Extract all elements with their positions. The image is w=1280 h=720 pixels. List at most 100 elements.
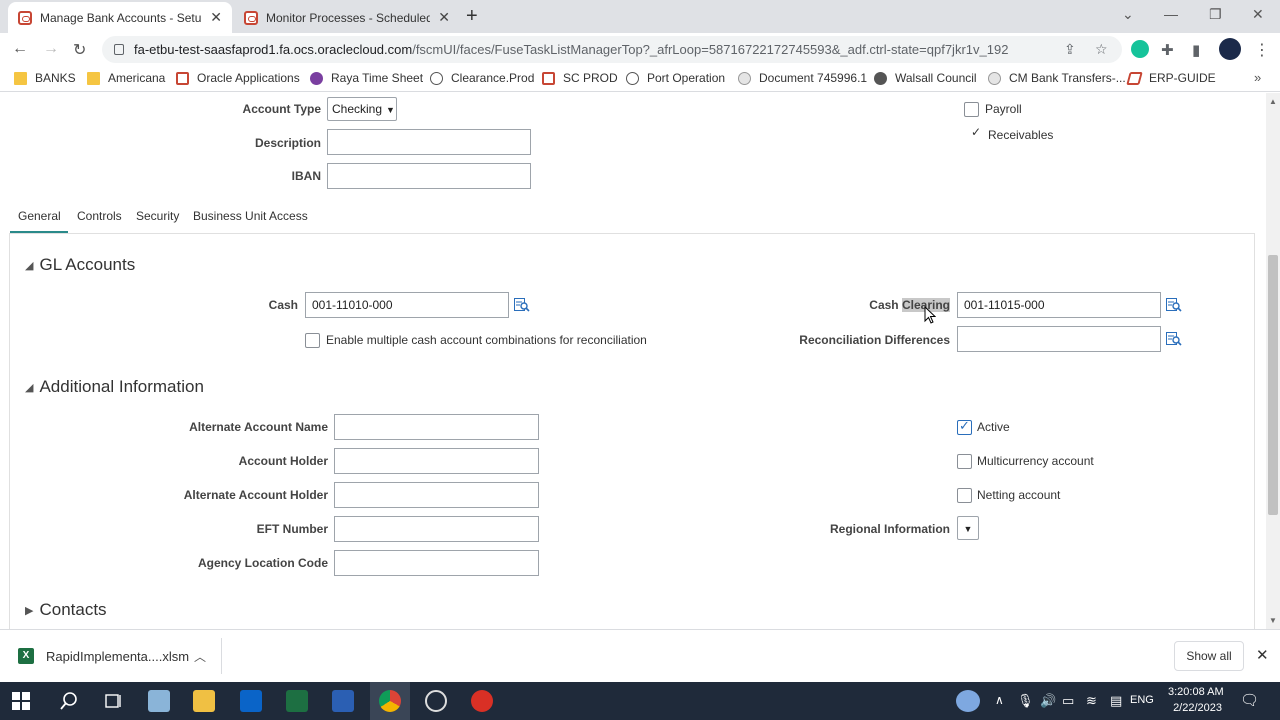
chevron-down-icon: ▼: [386, 105, 395, 115]
share-icon[interactable]: ⇪: [1064, 41, 1076, 58]
chevron-down-icon[interactable]: ⌄: [1122, 6, 1134, 23]
clock-date[interactable]: 2/22/2023: [1168, 702, 1222, 714]
reconciliation-differences-input[interactable]: [957, 326, 1161, 352]
folder-icon: [14, 71, 27, 85]
bookmark-banks[interactable]: BANKS: [14, 71, 76, 85]
scroll-down-icon[interactable]: ▼: [1269, 616, 1277, 625]
search-icon[interactable]: [1166, 298, 1182, 312]
tab-security[interactable]: Security: [136, 206, 179, 234]
tab-controls[interactable]: Controls: [77, 206, 122, 234]
bookmark-clearance-prod[interactable]: Clearance.Prod: [430, 71, 534, 85]
extensions-icon[interactable]: ✚: [1161, 41, 1174, 59]
iban-input[interactable]: [327, 163, 531, 189]
forward-icon[interactable]: →: [43, 40, 59, 58]
new-tab-button[interactable]: +: [466, 6, 478, 26]
window-close-icon[interactable]: ✕: [1252, 6, 1264, 23]
additional-information-header[interactable]: ◢ Additional Information: [25, 377, 204, 397]
globe-icon: [626, 71, 639, 85]
search-icon[interactable]: [514, 298, 530, 312]
obs-icon[interactable]: [425, 690, 447, 712]
bookmark-sc-prod[interactable]: SC PROD: [542, 71, 618, 85]
excel-icon[interactable]: [286, 690, 308, 712]
chrome-icon[interactable]: [379, 690, 401, 712]
eft-number-input[interactable]: [334, 516, 539, 542]
regional-information-select[interactable]: ▼: [957, 516, 979, 540]
star-icon[interactable]: ☆: [1095, 41, 1108, 58]
cash-clearing-input[interactable]: 001-11015-000: [957, 292, 1161, 318]
profile-avatar[interactable]: [1219, 38, 1241, 60]
clock-time[interactable]: 3:20:08 AM: [1168, 686, 1224, 698]
weather-icon[interactable]: [956, 690, 980, 712]
file-explorer-icon[interactable]: [193, 690, 215, 712]
side-panel-icon[interactable]: ▮: [1192, 41, 1200, 59]
task-view-icon[interactable]: [102, 690, 124, 712]
scroll-up-icon[interactable]: ▲: [1269, 97, 1277, 106]
microphone-icon[interactable]: 🎙: [1017, 693, 1034, 709]
multicurrency-checkbox[interactable]: [957, 454, 972, 469]
collapse-triangle-icon: ◢: [25, 381, 34, 394]
payroll-checkbox[interactable]: [964, 102, 979, 117]
alternate-account-name-input[interactable]: [334, 414, 539, 440]
notification-icon[interactable]: 🗨: [1240, 691, 1259, 709]
minimize-icon[interactable]: —: [1164, 6, 1178, 22]
address-bar[interactable]: fa-etbu-test-saasfaprod1.fa.ocs.oraclecl…: [102, 36, 1122, 63]
download-item[interactable]: X RapidImplementa....xlsm: [18, 648, 189, 664]
chevron-up-icon[interactable]: ∧: [995, 693, 1004, 707]
bookmark-oracle-applications[interactable]: Oracle Applications: [176, 71, 300, 85]
bookmark-cm-bank-transfers[interactable]: CM Bank Transfers-...: [988, 71, 1126, 85]
search-icon[interactable]: [58, 690, 80, 712]
restore-icon[interactable]: ❐: [1209, 6, 1222, 23]
netting-checkbox[interactable]: [957, 488, 972, 503]
battery-icon[interactable]: ▭: [1062, 693, 1074, 709]
eft-number-label: EFT Number: [256, 522, 328, 536]
browser-tab-manage-bank-accounts[interactable]: Manage Bank Accounts - Setup a ✕: [8, 2, 232, 33]
windows-start-icon[interactable]: [12, 692, 30, 710]
search-icon[interactable]: [1166, 332, 1182, 346]
outlook-icon[interactable]: [240, 690, 262, 712]
back-icon[interactable]: ←: [12, 40, 28, 58]
account-type-select[interactable]: Checking ▼: [327, 97, 397, 121]
gl-accounts-header[interactable]: ◢ GL Accounts: [25, 255, 135, 275]
description-input[interactable]: [327, 129, 531, 155]
agency-location-code-input[interactable]: [334, 550, 539, 576]
scrollbar-thumb[interactable]: [1268, 255, 1278, 515]
bookmark-erp-guide[interactable]: ERP-GUIDE: [1126, 71, 1216, 85]
cash-input[interactable]: 001-11010-000: [305, 292, 509, 318]
contacts-header[interactable]: ▶ Contacts: [25, 600, 107, 620]
active-checkbox[interactable]: [957, 418, 972, 435]
word-icon[interactable]: [332, 690, 354, 712]
reload-icon[interactable]: ↻: [73, 40, 86, 60]
language-indicator[interactable]: ENG: [1130, 694, 1154, 706]
alternate-account-holder-input[interactable]: [334, 482, 539, 508]
globe-icon: [430, 71, 443, 85]
volume-icon[interactable]: 🔊: [1040, 693, 1056, 709]
tab-business-unit-access[interactable]: Business Unit Access: [193, 206, 308, 234]
close-icon[interactable]: ✕: [210, 9, 222, 26]
show-all-button[interactable]: Show all: [1174, 641, 1244, 671]
wifi-icon[interactable]: ≋: [1086, 693, 1097, 709]
multiple-cash-accounts-checkbox[interactable]: [305, 333, 320, 348]
url-host: fa-etbu-test-saasfaprod1.fa.ocs.oraclecl…: [134, 42, 413, 57]
page-scrollbar[interactable]: ▲ ▼: [1266, 93, 1280, 629]
page-content: Account Type Checking ▼ Description IBAN …: [0, 93, 1266, 629]
chevron-right-icon[interactable]: »: [1254, 70, 1261, 85]
account-holder-input[interactable]: [334, 448, 539, 474]
bookmark-port-operation[interactable]: Port Operation: [626, 71, 725, 85]
chevron-up-icon[interactable]: ︿: [194, 648, 206, 665]
browser-tab-monitor-processes[interactable]: Monitor Processes - Scheduled P ✕: [234, 2, 460, 33]
close-icon[interactable]: ✕: [438, 9, 450, 26]
close-icon[interactable]: ✕: [1256, 646, 1269, 664]
menu-icon[interactable]: ⋮: [1254, 40, 1270, 60]
bookmark-label: BANKS: [35, 71, 76, 85]
notepad-icon[interactable]: [148, 690, 170, 712]
bookmark-walsall-council[interactable]: Walsall Council: [874, 71, 977, 85]
display-icon[interactable]: ▤: [1110, 693, 1122, 709]
tab-general[interactable]: General: [10, 206, 68, 234]
recorder-icon[interactable]: [471, 690, 493, 712]
grammarly-icon[interactable]: [1131, 40, 1149, 58]
collapse-triangle-icon: ◢: [25, 259, 34, 272]
bookmark-americana[interactable]: Americana: [87, 71, 165, 85]
check-icon[interactable]: ✓: [971, 125, 981, 139]
bookmark-raya-time-sheet[interactable]: Raya Time Sheet: [310, 71, 423, 85]
bookmark-document[interactable]: Document 745996.1: [738, 71, 867, 85]
